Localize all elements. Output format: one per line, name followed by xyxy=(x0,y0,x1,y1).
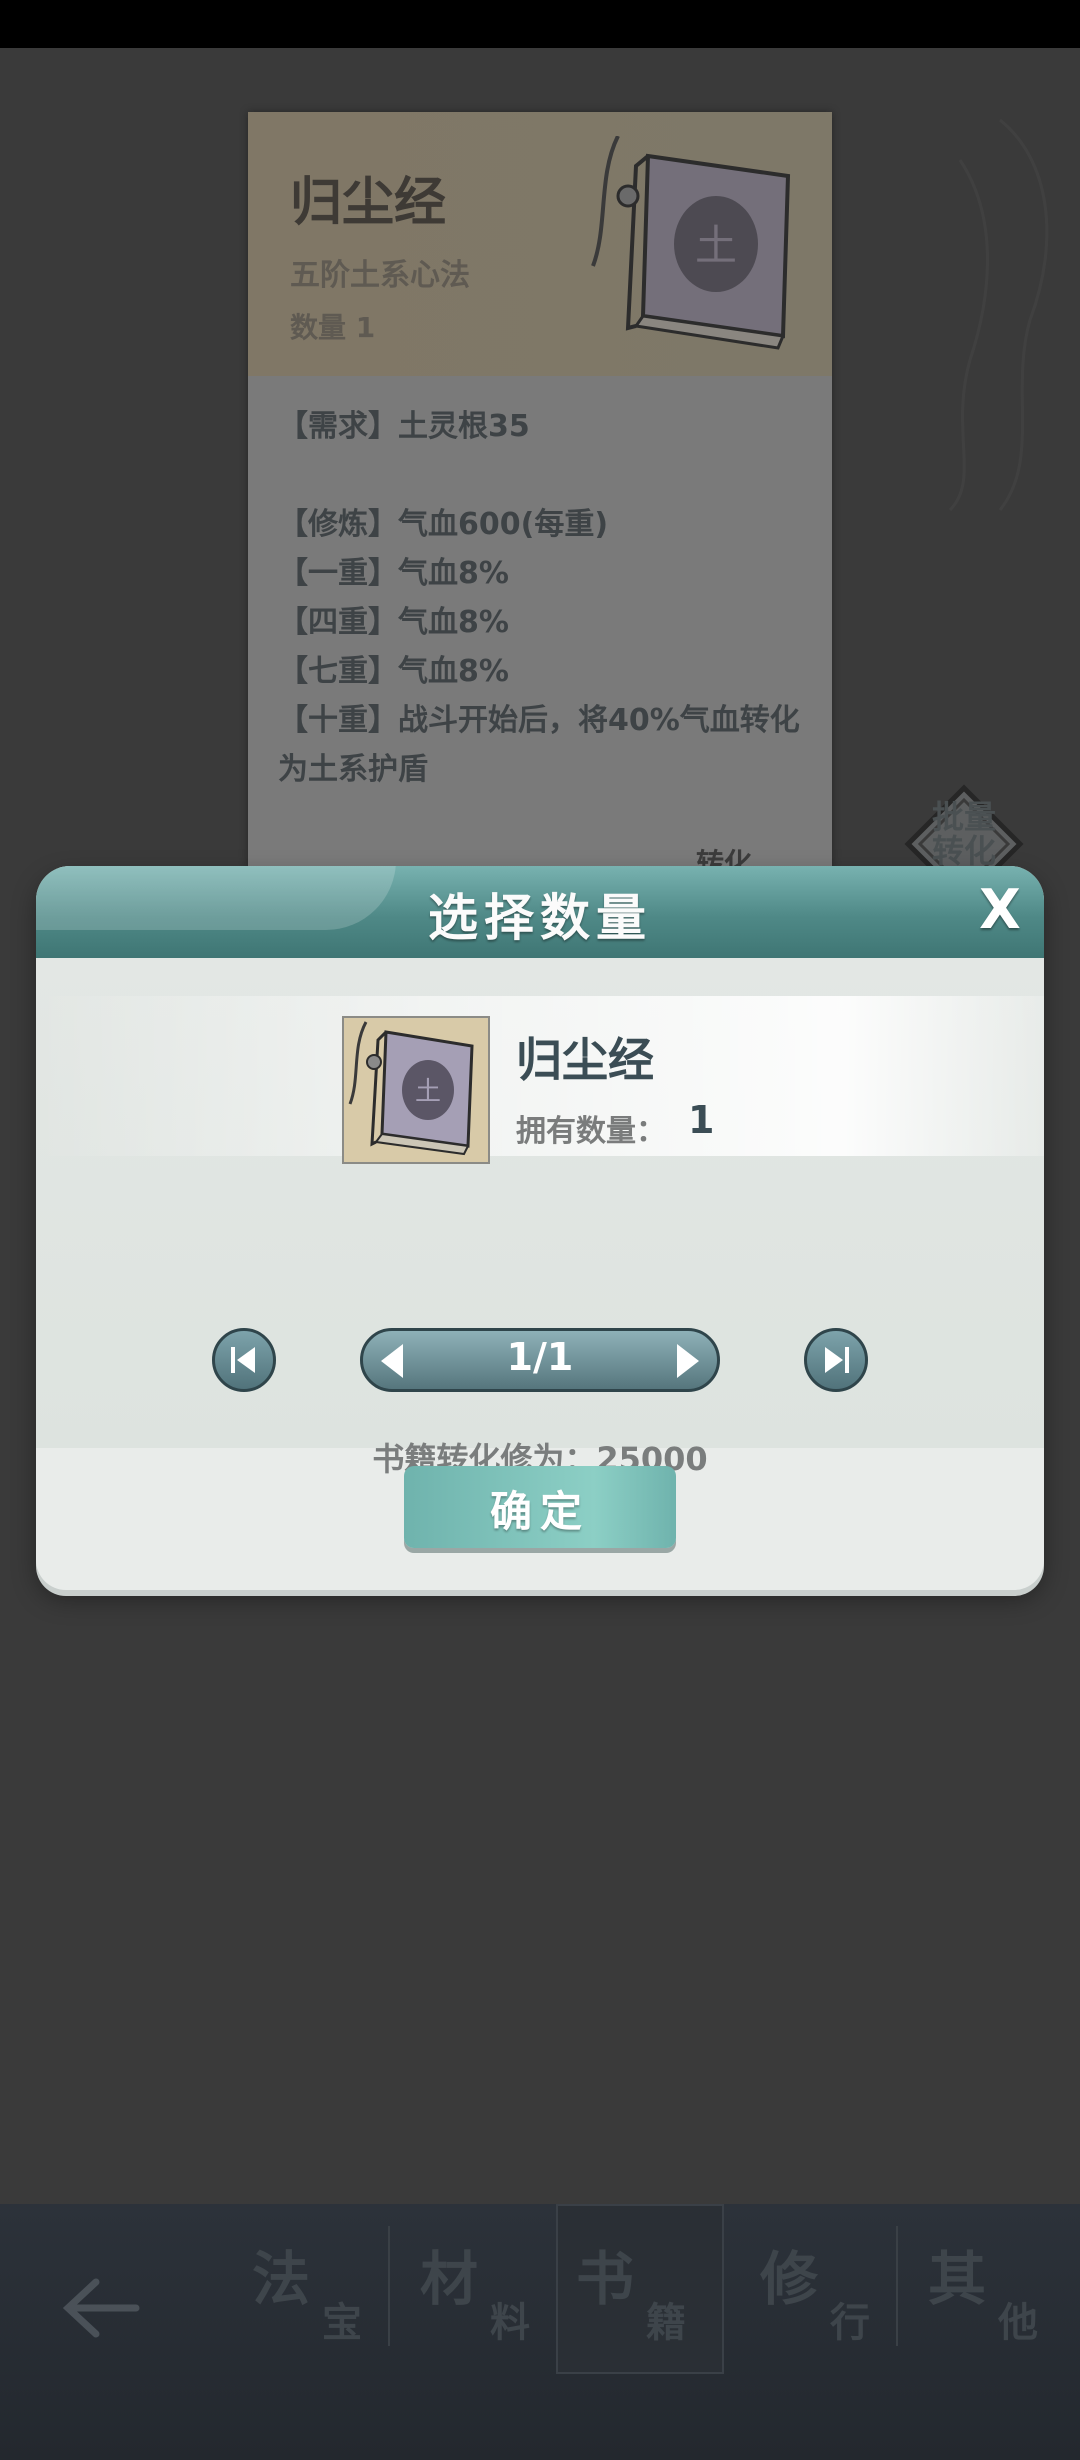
dialog-body: 土 归尘经 拥有数量： 1 1/1 书籍转化修为：25000 xyxy=(36,958,1044,1478)
item-name: 归尘经 xyxy=(516,1033,654,1087)
first-page-button[interactable] xyxy=(212,1328,276,1392)
item-detail-card: 归尘经 五阶土系心法 数量 1 土 【需求】土灵根35 ​ 【修炼】气血600(… xyxy=(248,112,832,880)
owned-quantity-label: 拥有数量： xyxy=(516,1114,666,1149)
tab-label-sub: 他 xyxy=(998,2300,1038,2346)
description-line: ​ xyxy=(278,451,818,500)
tab-materials[interactable]: 材 料 xyxy=(400,2204,568,2374)
tab-label-sub: 籍 xyxy=(646,2300,686,2346)
dialog-header: 选择数量 X xyxy=(36,866,1044,958)
close-button[interactable]: X xyxy=(970,878,1030,942)
tab-label-sub: 行 xyxy=(830,2300,870,2346)
tab-label-sub: 料 xyxy=(490,2300,530,2346)
batch-convert-label: 批量转化 xyxy=(931,798,996,870)
tab-label-main: 材 xyxy=(420,2245,479,2313)
back-arrow-icon[interactable] xyxy=(56,2272,140,2344)
quantity-value: 1/1 xyxy=(506,1335,574,1379)
bottom-navigation: 法 宝 材 料 书 籍 修 行 其 他 xyxy=(0,2204,1080,2460)
item-detail-quantity: 数量 1 xyxy=(290,311,376,344)
item-detail-subtitle: 五阶土系心法 xyxy=(290,258,470,293)
tab-label-sub: 宝 xyxy=(322,2300,362,2346)
description-line: 【修炼】气血600(每重) xyxy=(278,507,609,542)
svg-text:土: 土 xyxy=(695,221,737,270)
last-page-button[interactable] xyxy=(804,1328,868,1392)
svg-text:土: 土 xyxy=(415,1077,441,1107)
status-bar xyxy=(0,0,1080,48)
item-detail-title: 归尘经 xyxy=(290,173,447,233)
book-icon: 土 xyxy=(348,1021,474,1156)
description-line: 【需求】土灵根35 xyxy=(278,409,530,444)
dialog-title: 选择数量 xyxy=(428,889,652,947)
skip-first-icon xyxy=(231,1347,255,1373)
tab-label-main: 书 xyxy=(576,2245,635,2313)
tab-label-main: 其 xyxy=(928,2245,987,2313)
description-line: 【一重】气血8% xyxy=(278,556,509,591)
item-detail-header: 归尘经 五阶土系心法 数量 1 土 xyxy=(248,112,832,376)
tab-books[interactable]: 书 籍 xyxy=(556,2204,724,2374)
description-line: 【四重】气血8% xyxy=(278,605,509,640)
item-icon-frame: 土 xyxy=(342,1016,490,1164)
confirm-button[interactable]: 确定 xyxy=(404,1466,676,1548)
tab-label-main: 修 xyxy=(760,2245,819,2313)
decorative-figure xyxy=(948,118,1049,512)
tab-cultivation[interactable]: 修 行 xyxy=(740,2204,908,2374)
quantity-stepper[interactable]: 1/1 xyxy=(360,1328,720,1392)
tab-other[interactable]: 其 他 xyxy=(908,2204,1076,2374)
tab-label-main: 法 xyxy=(252,2245,311,2313)
item-detail-description: 【需求】土灵根35 ​ 【修炼】气血600(每重) 【一重】气血8% 【四重】气… xyxy=(278,402,818,794)
skip-last-icon xyxy=(825,1347,849,1373)
tab-treasure[interactable]: 法 宝 xyxy=(232,2204,400,2374)
increment-arrow-icon[interactable] xyxy=(677,1344,699,1378)
tab-separator xyxy=(388,2226,390,2346)
confirm-button-label: 确定 xyxy=(489,1487,590,1536)
tab-separator xyxy=(896,2226,898,2346)
select-quantity-dialog: 选择数量 X 土 归尘经 拥有数量： 1 1/1 书籍转化修为：25000 确定 xyxy=(36,866,1044,1590)
description-line: 【十重】战斗开始后，将40%气血转化为土系护盾 xyxy=(278,703,800,787)
description-line: 【七重】气血8% xyxy=(278,654,509,689)
book-icon: 土 xyxy=(591,136,791,350)
owned-quantity-value: 1 xyxy=(688,1098,715,1142)
